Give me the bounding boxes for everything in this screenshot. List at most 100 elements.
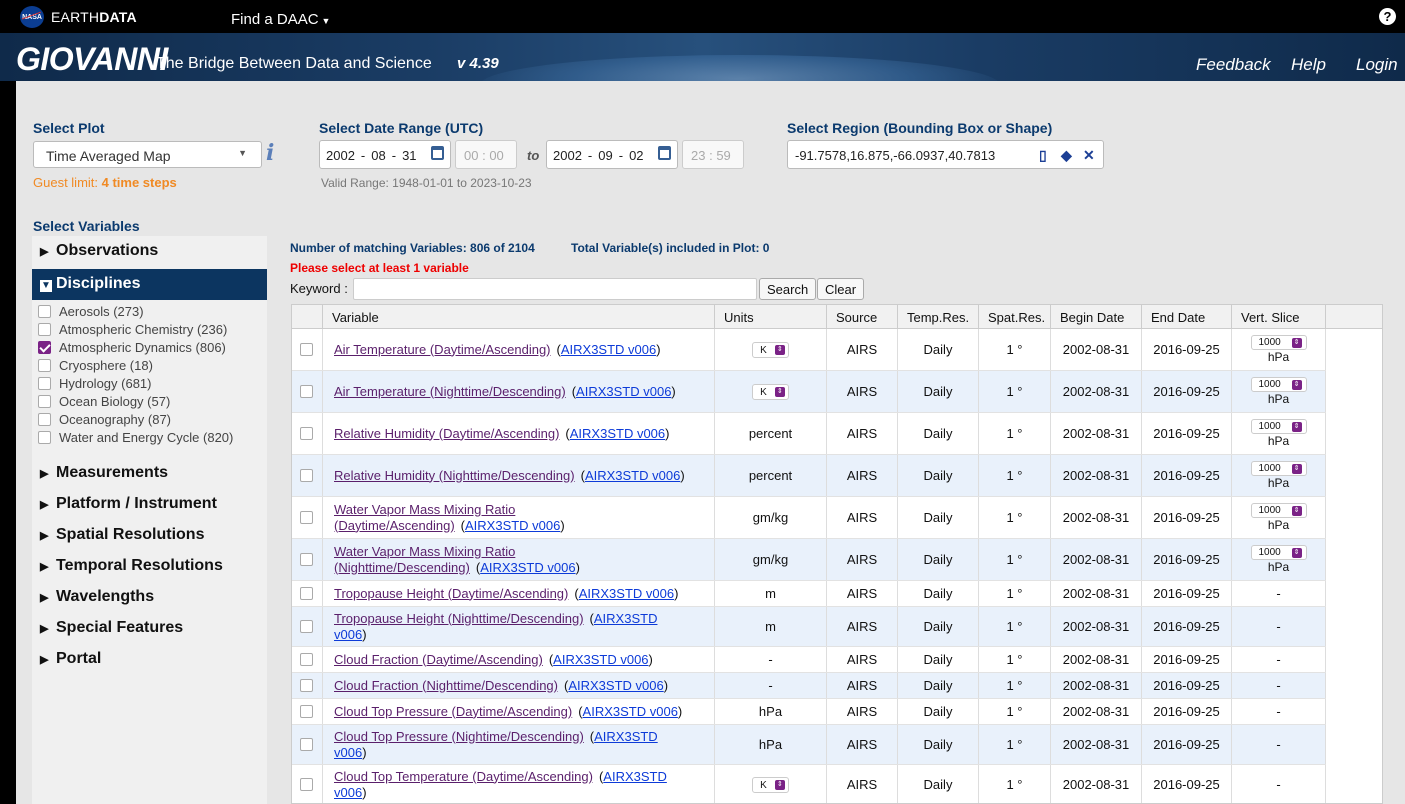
product-link[interactable]: AIRX3STD v006 bbox=[570, 426, 665, 441]
variable-link[interactable]: Water Vapor Mass Mixing Ratio bbox=[334, 544, 515, 559]
checkbox[interactable] bbox=[38, 413, 51, 426]
table-row[interactable]: Relative Humidity (Nighttime/Descending)… bbox=[292, 455, 1326, 497]
facet-temporal-resolutions[interactable]: ▶ Temporal Resolutions bbox=[32, 551, 267, 582]
variable-link[interactable]: Cloud Top Pressure (Nightime/Descending) bbox=[334, 729, 584, 744]
product-link-cont[interactable]: v006 bbox=[334, 785, 362, 800]
earthdata-logo[interactable]: EARTHDATA bbox=[51, 9, 137, 25]
units-select[interactable]: K ⇕ bbox=[752, 776, 789, 793]
variable-link-cont[interactable]: (Daytime/Ascending) bbox=[334, 518, 455, 533]
facet-spatial-resolutions[interactable]: ▶ Spatial Resolutions bbox=[32, 520, 267, 551]
table-row[interactable]: Tropopause Height (Daytime/Ascending) (AI… bbox=[292, 581, 1326, 607]
product-link[interactable]: AIRX3STD v006 bbox=[576, 384, 671, 399]
row-checkbox[interactable] bbox=[300, 511, 313, 524]
vert-slice-select[interactable]: 1000 ⇕ bbox=[1250, 503, 1307, 518]
row-checkbox[interactable] bbox=[300, 469, 313, 482]
units-select[interactable]: K ⇕ bbox=[752, 341, 789, 358]
product-link[interactable]: AIRX3STD bbox=[594, 729, 658, 744]
table-row[interactable]: Cloud Top Pressure (Nightime/Descending)… bbox=[292, 725, 1326, 765]
end-time-input[interactable]: 23 : 59 bbox=[682, 140, 744, 169]
product-link[interactable]: AIRX3STD v006 bbox=[465, 518, 560, 533]
row-checkbox[interactable] bbox=[300, 587, 313, 600]
discipline-oceanography[interactable]: Oceanography (87) bbox=[38, 412, 171, 427]
variable-link[interactable]: Relative Humidity (Daytime/Ascending) bbox=[334, 426, 559, 441]
vert-slice-select[interactable]: 1000 ⇕ bbox=[1250, 461, 1307, 476]
discipline-atmospheric-chemistry[interactable]: Atmospheric Chemistry (236) bbox=[38, 322, 227, 337]
find-daac-menu[interactable]: Find a DAAC ▼ bbox=[231, 11, 330, 28]
product-link[interactable]: AIRX3STD v006 bbox=[579, 586, 674, 601]
variable-link[interactable]: Cloud Top Pressure (Daytime/Ascending) bbox=[334, 704, 572, 719]
header-units[interactable]: Units bbox=[715, 305, 827, 329]
login-link[interactable]: Login bbox=[1356, 55, 1398, 75]
product-link[interactable]: AIRX3STD v006 bbox=[553, 652, 648, 667]
checkbox[interactable] bbox=[38, 305, 51, 318]
units-select[interactable]: K ⇕ bbox=[752, 383, 789, 400]
vert-slice-select[interactable]: 1000 ⇕ bbox=[1250, 377, 1307, 392]
checkbox-checked[interactable] bbox=[38, 341, 51, 354]
facet-special-features[interactable]: ▶ Special Features bbox=[32, 613, 267, 644]
shape-icon[interactable]: ◆ bbox=[1061, 147, 1072, 164]
row-checkbox[interactable] bbox=[300, 620, 313, 633]
product-link[interactable]: AIRX3STD v006 bbox=[561, 342, 656, 357]
vert-slice-select[interactable]: 1000 ⇕ bbox=[1250, 335, 1307, 350]
checkbox[interactable] bbox=[38, 395, 51, 408]
table-row[interactable]: Water Vapor Mass Mixing Ratio (Nighttime/… bbox=[292, 539, 1326, 581]
variable-link[interactable]: Tropopause Height (Nighttime/Descending) bbox=[334, 611, 584, 626]
row-checkbox[interactable] bbox=[300, 553, 313, 566]
clear-button[interactable]: Clear bbox=[817, 278, 865, 300]
region-input[interactable]: -91.7578,16.875,-66.0937,40.7813 ▯ ◆ ✕ bbox=[787, 140, 1104, 169]
table-row[interactable]: Air Temperature (Daytime/Ascending) (AIRX… bbox=[292, 329, 1326, 371]
row-checkbox[interactable] bbox=[300, 343, 313, 356]
calendar-icon[interactable] bbox=[658, 146, 671, 160]
row-checkbox[interactable] bbox=[300, 778, 313, 791]
checkbox[interactable] bbox=[38, 377, 51, 390]
keyword-input[interactable] bbox=[353, 278, 757, 300]
product-link-cont[interactable]: v006 bbox=[334, 745, 362, 760]
header-variable[interactable]: Variable bbox=[323, 305, 715, 329]
row-checkbox[interactable] bbox=[300, 427, 313, 440]
checkbox[interactable] bbox=[38, 323, 51, 336]
table-row[interactable]: Air Temperature (Nighttime/Descending) (A… bbox=[292, 371, 1326, 413]
discipline-atmospheric-dynamics[interactable]: Atmospheric Dynamics (806) bbox=[38, 340, 226, 355]
row-checkbox[interactable] bbox=[300, 653, 313, 666]
vert-slice-select[interactable]: 1000 ⇕ bbox=[1250, 545, 1307, 560]
header-end-date[interactable]: End Date bbox=[1142, 305, 1232, 329]
table-row[interactable]: Cloud Fraction (Nighttime/Descending) (AI… bbox=[292, 673, 1326, 699]
row-checkbox[interactable] bbox=[300, 385, 313, 398]
variable-link[interactable]: Water Vapor Mass Mixing Ratio bbox=[334, 502, 515, 517]
table-row[interactable]: Tropopause Height (Nighttime/Descending)… bbox=[292, 607, 1326, 647]
end-date-input[interactable]: 2002-09-02 bbox=[546, 140, 678, 169]
discipline-ocean-biology[interactable]: Ocean Biology (57) bbox=[38, 394, 170, 409]
header-begin-date[interactable]: Begin Date bbox=[1051, 305, 1142, 329]
table-row[interactable]: Cloud Top Pressure (Daytime/Ascending) (A… bbox=[292, 699, 1326, 725]
feedback-link[interactable]: Feedback bbox=[1196, 55, 1271, 75]
checkbox[interactable] bbox=[38, 359, 51, 372]
table-row[interactable]: Cloud Fraction (Daytime/Ascending) (AIRX3… bbox=[292, 647, 1326, 673]
map-icon[interactable]: ▯ bbox=[1039, 147, 1047, 164]
help-icon[interactable]: ? bbox=[1379, 8, 1396, 25]
product-link[interactable]: AIRX3STD v006 bbox=[583, 704, 678, 719]
checkbox[interactable] bbox=[38, 431, 51, 444]
info-icon[interactable]: i bbox=[266, 142, 276, 164]
discipline-hydrology[interactable]: Hydrology (681) bbox=[38, 376, 152, 391]
row-checkbox[interactable] bbox=[300, 679, 313, 692]
row-checkbox[interactable] bbox=[300, 705, 313, 718]
start-time-input[interactable]: 00 : 00 bbox=[455, 140, 517, 169]
product-link[interactable]: AIRX3STD bbox=[603, 769, 667, 784]
header-temp-res[interactable]: Temp.Res. bbox=[898, 305, 979, 329]
start-date-input[interactable]: 2002-08-31 bbox=[319, 140, 451, 169]
product-link-cont[interactable]: v006 bbox=[334, 627, 362, 642]
close-icon[interactable]: ✕ bbox=[1083, 147, 1095, 164]
variable-link[interactable]: Air Temperature (Daytime/Ascending) bbox=[334, 342, 551, 357]
variable-link[interactable]: Cloud Fraction (Daytime/Ascending) bbox=[334, 652, 543, 667]
variable-link[interactable]: Relative Humidity (Nighttime/Descending) bbox=[334, 468, 575, 483]
product-link[interactable]: AIRX3STD v006 bbox=[480, 560, 575, 575]
discipline-cryosphere[interactable]: Cryosphere (18) bbox=[38, 358, 153, 373]
facet-wavelengths[interactable]: ▶ Wavelengths bbox=[32, 582, 267, 613]
row-checkbox[interactable] bbox=[300, 738, 313, 751]
discipline-aerosols[interactable]: Aerosols (273) bbox=[38, 304, 144, 319]
header-vert-slice[interactable]: Vert. Slice bbox=[1232, 305, 1326, 329]
product-link[interactable]: AIRX3STD v006 bbox=[585, 468, 680, 483]
facet-observations[interactable]: ▶ Observations bbox=[32, 236, 267, 267]
calendar-icon[interactable] bbox=[431, 146, 444, 160]
facet-disciplines[interactable]: ▼ Disciplines bbox=[32, 269, 267, 300]
